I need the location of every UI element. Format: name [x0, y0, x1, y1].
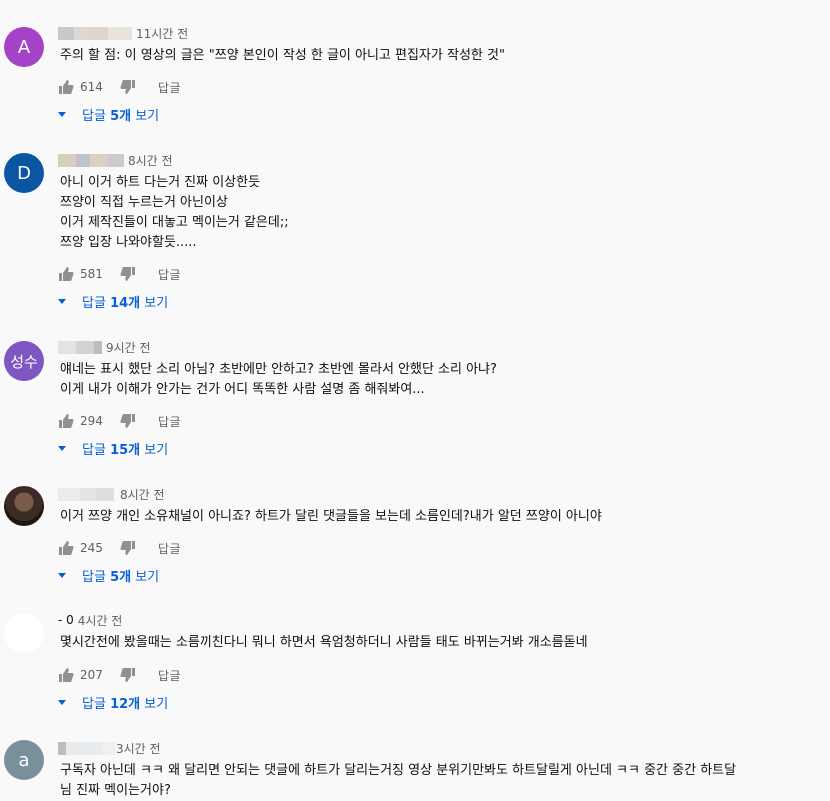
view-replies-prefix: 답글 [82, 442, 106, 458]
comment-line: 이게 내가 이해가 안가는 건가 어디 똑똑한 사람 설명 좀 해줘봐여... [60, 382, 425, 397]
author-name-blurred[interactable] [58, 487, 114, 501]
view-replies-button[interactable]: 답글 5개 보기 [58, 565, 159, 585]
caret-down-icon [58, 445, 66, 451]
author-name-blurred[interactable] [58, 340, 102, 354]
thumbs-down-icon[interactable] [120, 667, 136, 683]
comment-actions: 207 답글 [58, 665, 181, 685]
view-replies-count: 14개 [110, 295, 141, 311]
comment-line: 이거 제작진들이 대놓고 멕이는거 같은데;; [60, 215, 289, 230]
reply-button[interactable]: 답글 [158, 413, 181, 430]
view-replies-count: 15개 [110, 442, 141, 458]
thumbs-up-icon[interactable] [58, 79, 74, 95]
avatar-letter: D [17, 162, 31, 184]
comment-line: 아니 이거 하트 다는거 진짜 이상한듯 [60, 175, 261, 190]
comment-timestamp[interactable]: 9시간 전 [106, 339, 151, 356]
comment-line: 얘네는 표시 했단 소리 아님? 초반에만 안하고? 초반엔 몰라서 안했단 소… [60, 362, 497, 377]
reply-button[interactable]: 답글 [158, 667, 181, 684]
comment-actions: 294 답글 [58, 411, 181, 431]
thumbs-up-icon[interactable] [58, 540, 74, 556]
like-count: 614 [80, 80, 103, 94]
view-replies-prefix: 답글 [82, 696, 106, 712]
thumbs-down-icon[interactable] [120, 79, 136, 95]
comment-text: 구독자 아닌데 ㅋㅋ 왜 달리면 안되는 댓글에 하트가 달리는거징 영상 분위… [60, 761, 736, 801]
comment-text: 주의 할 점: 이 영상의 글은 "쯔양 본인이 작성 한 글이 아니고 편집자… [60, 46, 505, 66]
comment-header: 3시간 전 [58, 739, 161, 757]
comment-line: 주의 할 점: 이 영상의 글은 "쯔양 본인이 작성 한 글이 아니고 편집자… [60, 48, 505, 63]
comment-header: 8시간 전 [58, 151, 173, 169]
comment-timestamp[interactable]: 8시간 전 [128, 152, 173, 169]
view-replies-prefix: 답글 [82, 295, 106, 311]
comment-header: 8시간 전 [58, 485, 165, 503]
author-name-blurred[interactable] [58, 26, 132, 40]
like-count: 245 [80, 541, 103, 555]
reply-button[interactable]: 답글 [158, 79, 181, 96]
avatar[interactable] [4, 613, 44, 653]
comment-actions: 614 답글 [58, 77, 181, 97]
avatar-letter: a [18, 749, 30, 771]
thumbs-down-icon[interactable] [120, 266, 136, 282]
caret-down-icon [58, 572, 66, 578]
thumbs-up-icon[interactable] [58, 266, 74, 282]
view-replies-suffix: 보기 [144, 696, 169, 712]
like-count: 207 [80, 668, 103, 682]
reply-button[interactable]: 답글 [158, 540, 181, 557]
comment-timestamp[interactable]: 11시간 전 [136, 25, 188, 42]
avatar[interactable]: D [4, 153, 44, 193]
view-replies-suffix: 보기 [135, 569, 160, 585]
comment-text: 이거 쯔양 개인 소유채널이 아니죠? 하트가 달린 댓글들을 보는데 소름인데… [60, 507, 602, 527]
comment-header: - 0 4시간 전 [58, 611, 122, 629]
comment-line: 쯔양이 직접 누르는거 아닌이상 [60, 195, 228, 210]
comment-line: 님 진짜 멕이는거야? [60, 783, 171, 798]
comment-line: 쯔양 입장 나와야할듯..... [60, 235, 197, 250]
reply-button[interactable]: 답글 [158, 266, 181, 283]
comment-timestamp[interactable]: 4시간 전 [78, 612, 123, 629]
avatar-letter: 성수 [10, 352, 38, 371]
caret-down-icon [58, 111, 66, 117]
comment-text: 아니 이거 하트 다는거 진짜 이상한듯 쯔양이 직접 누르는거 아닌이상 이거… [60, 173, 289, 253]
view-replies-suffix: 보기 [135, 108, 160, 124]
view-replies-prefix: 답글 [82, 569, 106, 585]
avatar[interactable]: a [4, 740, 44, 780]
thumbs-down-icon[interactable] [120, 413, 136, 429]
comment-timestamp[interactable]: 3시간 전 [116, 740, 161, 757]
like-count: 581 [80, 267, 103, 281]
view-replies-button[interactable]: 답글 15개 보기 [58, 438, 168, 458]
view-replies-button[interactable]: 답글 5개 보기 [58, 104, 159, 124]
author-name-blurred[interactable] [58, 741, 116, 755]
thumbs-up-icon[interactable] [58, 667, 74, 683]
view-replies-count: 12개 [110, 696, 141, 712]
thumbs-down-icon[interactable] [120, 540, 136, 556]
view-replies-button[interactable]: 답글 12개 보기 [58, 692, 168, 712]
comment-line: 몇시간전에 봤을때는 소름끼친다니 뭐니 하면서 욕엄청하더니 사람들 태도 바… [60, 635, 588, 650]
like-count: 294 [80, 414, 103, 428]
caret-down-icon [58, 298, 66, 304]
comment-header: 11시간 전 [58, 24, 188, 42]
avatar[interactable]: 성수 [4, 341, 44, 381]
view-replies-count: 5개 [110, 569, 132, 585]
comment-header: 9시간 전 [58, 338, 151, 356]
view-replies-suffix: 보기 [144, 442, 169, 458]
comment-line: 구독자 아닌데 ㅋㅋ 왜 달리면 안되는 댓글에 하트가 달리는거징 영상 분위… [60, 763, 737, 778]
thumbs-up-icon[interactable] [58, 413, 74, 429]
view-replies-button[interactable]: 답글 14개 보기 [58, 291, 168, 311]
avatar-letter: A [17, 36, 31, 58]
view-replies-prefix: 답글 [82, 108, 106, 124]
avatar[interactable] [4, 486, 44, 526]
comment-actions: 245 답글 [58, 538, 181, 558]
caret-down-icon [58, 699, 66, 705]
comment-text: 몇시간전에 봤을때는 소름끼친다니 뭐니 하면서 욕엄청하더니 사람들 태도 바… [60, 633, 588, 653]
view-replies-count: 5개 [110, 108, 132, 124]
view-replies-suffix: 보기 [144, 295, 169, 311]
author-name-blurred[interactable] [58, 153, 124, 167]
avatar[interactable]: A [4, 27, 44, 67]
comment-text: 얘네는 표시 했단 소리 아님? 초반에만 안하고? 초반엔 몰라서 안했단 소… [60, 360, 497, 400]
comment-timestamp[interactable]: 8시간 전 [120, 486, 165, 503]
author-name[interactable]: - 0 [58, 613, 74, 627]
comment-actions: 581 답글 [58, 264, 181, 284]
comment-line: 이거 쯔양 개인 소유채널이 아니죠? 하트가 달린 댓글들을 보는데 소름인데… [60, 509, 602, 524]
